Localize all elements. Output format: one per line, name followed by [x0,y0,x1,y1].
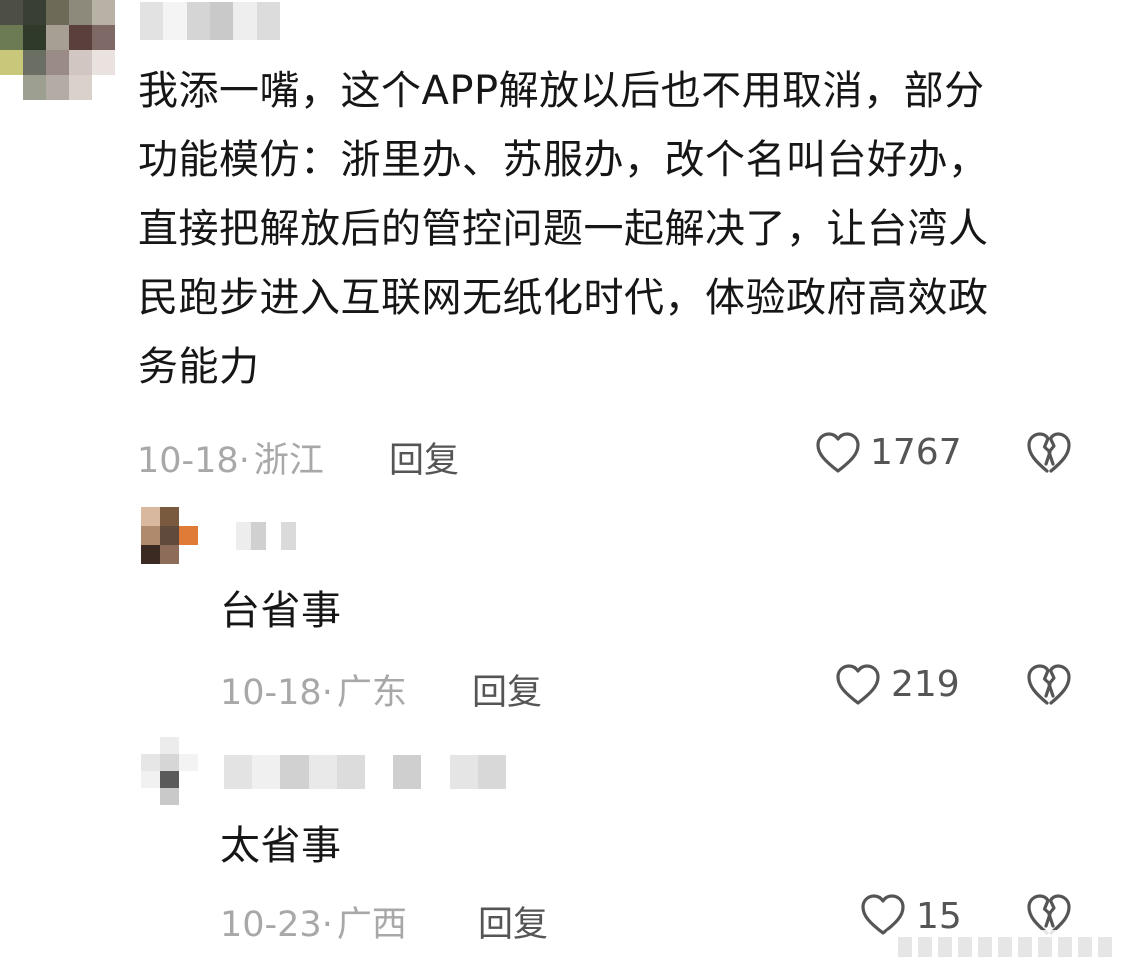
username-blurred[interactable] [236,522,296,550]
meta-separator: · [321,905,333,945]
comment-text: 太省事 [220,823,342,869]
comment-text: 我添一嘴，这个APP解放以后也不用取消，部分 功能模仿：浙里办、苏服办，改个名叫… [138,57,1098,402]
like-count: 219 [891,664,960,705]
broken-heart-icon[interactable] [1026,663,1072,707]
avatar[interactable] [141,507,198,564]
comment-location: 浙江 [253,441,324,481]
meta-separator: · [321,673,333,713]
reply-button[interactable]: 回复 [478,896,548,947]
comment-line: 直接把解放后的管控问题一起解决了，让台湾人 [138,206,989,252]
like-count: 1767 [870,432,962,473]
comment-date: 10-18 [137,441,239,481]
comment-meta: 10-18· 浙江 [137,432,324,483]
comment-location: 广东 [336,673,407,713]
watermark-overlay [886,930,1118,964]
meta-separator: · [238,441,250,481]
comment-date: 10-18 [220,673,322,713]
username-blurred[interactable] [140,2,280,40]
comment-meta: 10-18· 广东 [220,664,407,715]
reply-button[interactable]: 回复 [389,432,459,483]
comment-line: 我添一嘴，这个APP解放以后也不用取消，部分 [138,68,985,114]
broken-heart-icon[interactable] [1026,431,1072,475]
comment-date: 10-23 [220,905,322,945]
avatar[interactable] [0,0,115,100]
comment-line: 功能模仿：浙里办、苏服办，改个名叫台好办， [138,137,989,183]
comment-line: 务能力 [138,344,260,390]
heart-outline-icon[interactable] [815,431,861,475]
comment-meta: 10-23· 广西 [220,896,407,947]
comment-text: 台省事 [220,588,342,634]
comment-location: 广西 [336,905,407,945]
reply-button[interactable]: 回复 [472,664,542,715]
username-blurred[interactable] [224,755,506,789]
avatar[interactable] [141,737,198,805]
comment-line: 民跑步进入互联网无纸化时代，体验政府高效政 [138,275,989,321]
heart-outline-icon[interactable] [835,663,881,707]
